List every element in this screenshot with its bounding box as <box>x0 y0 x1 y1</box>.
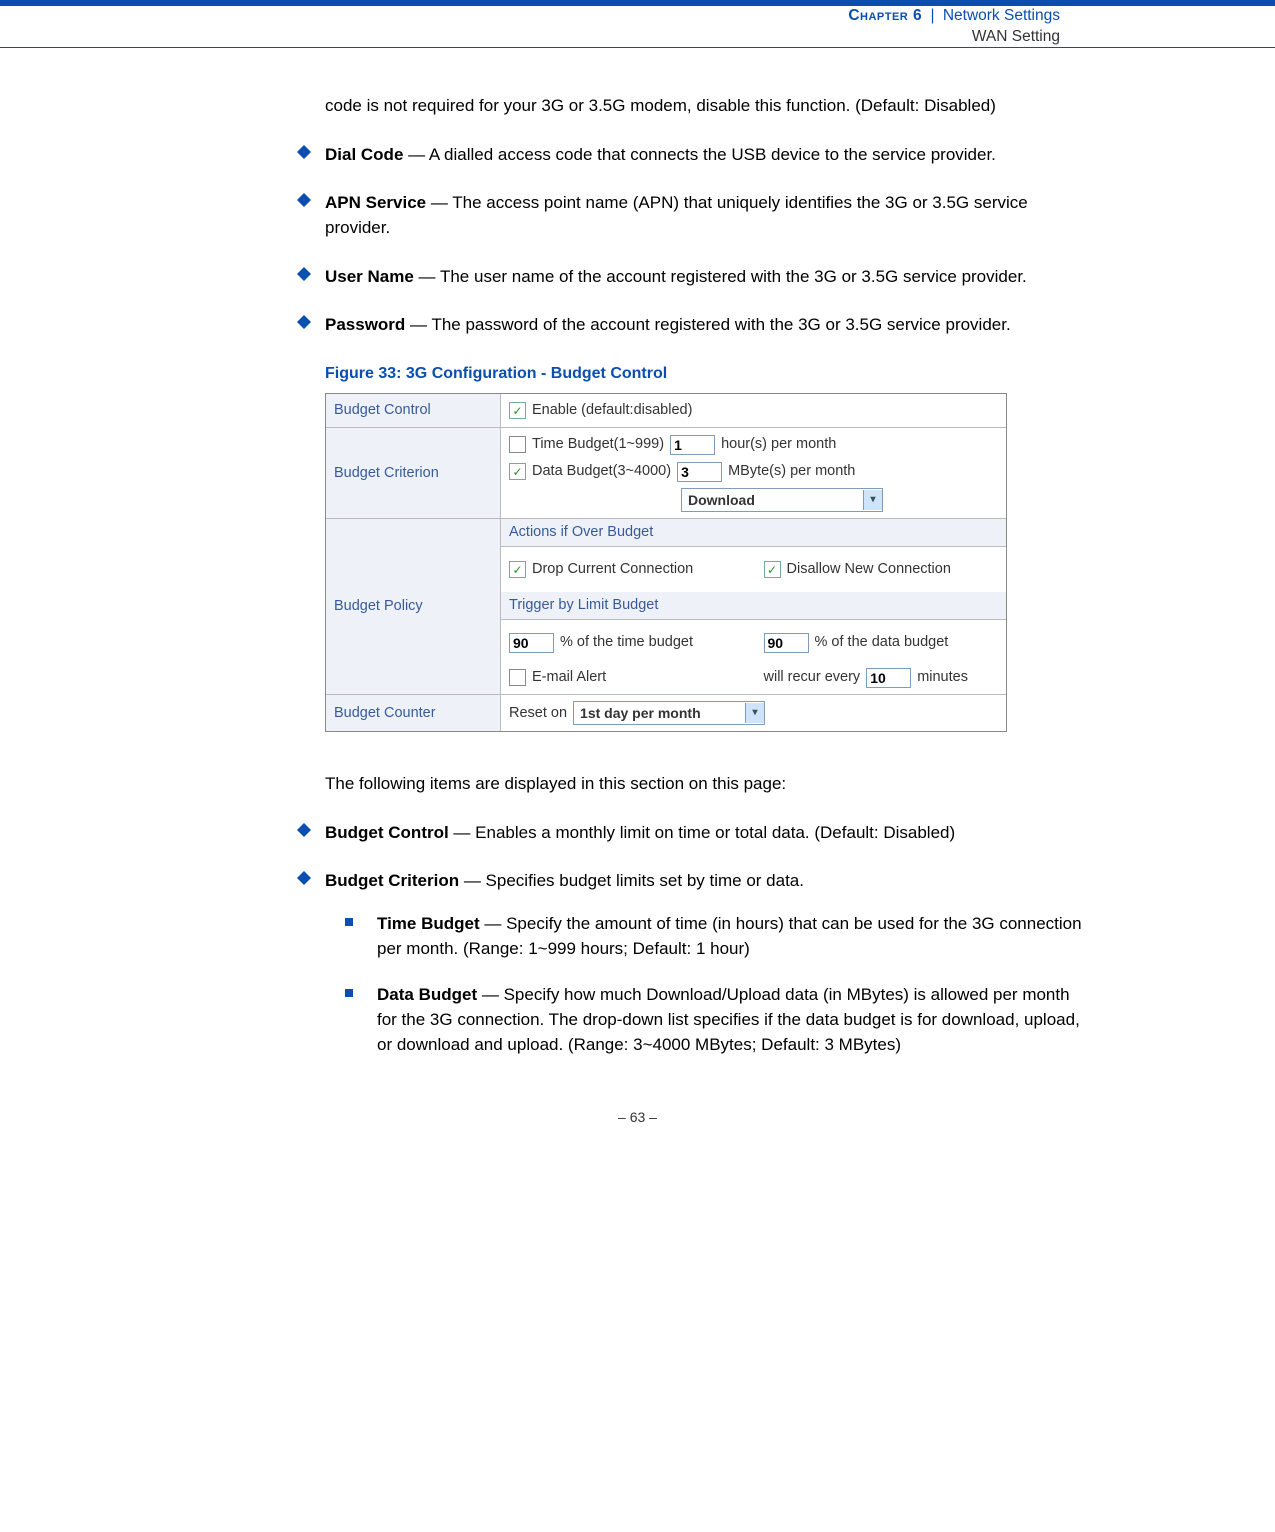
bullet-budget-criterion: Budget Criterion — Specifies budget limi… <box>325 869 1085 894</box>
diamond-bullet-icon <box>297 267 311 281</box>
row-budget-counter: Budget Counter Reset on 1st day per mont… <box>326 695 1006 731</box>
checkbox-email-alert[interactable]: ✓ <box>509 669 526 686</box>
figure-33: Budget Control ✓ Enable (default:disable… <box>325 393 1007 732</box>
subbullet-time-budget: Time Budget — Specify the amount of time… <box>345 912 1085 961</box>
time-budget-label: Time Budget(1~999) <box>532 434 664 455</box>
recur-input[interactable] <box>866 668 911 688</box>
label-budget-criterion: Budget Criterion <box>326 428 501 518</box>
reset-select[interactable]: 1st day per month ▾ <box>573 701 765 725</box>
time-budget-input[interactable] <box>670 435 715 455</box>
desc: — Specifies budget limits set by time or… <box>459 871 804 890</box>
data-budget-input[interactable] <box>677 462 722 482</box>
diamond-bullet-icon <box>297 823 311 837</box>
subbullet-data-budget: Data Budget — Specify how much Download/… <box>345 983 1085 1057</box>
term: Budget Criterion <box>325 871 459 890</box>
recur-prefix: will recur every <box>764 667 861 688</box>
bullet-user-name: User Name — The user name of the account… <box>325 265 1085 290</box>
label-budget-policy: Budget Policy <box>326 519 501 694</box>
divider: | <box>930 7 934 24</box>
diamond-bullet-icon <box>297 871 311 885</box>
direction-value: Download <box>682 490 761 510</box>
checkbox-disallow-new[interactable]: ✓ <box>764 561 781 578</box>
data-pct-label: % of the data budget <box>815 632 949 653</box>
direction-select[interactable]: Download ▾ <box>681 488 883 512</box>
section-title: Network Settings <box>943 7 1060 24</box>
row-budget-policy: Budget Policy Actions if Over Budget ✓ D… <box>326 519 1006 695</box>
bullet-password: Password — The password of the account r… <box>325 313 1085 338</box>
term: Data Budget <box>377 985 477 1004</box>
term: User Name <box>325 267 414 286</box>
email-label: E-mail Alert <box>532 667 606 688</box>
drop-label: Drop Current Connection <box>532 559 693 580</box>
term: Budget Control <box>325 823 449 842</box>
term: Password <box>325 315 405 334</box>
desc: — The access point name (APN) that uniqu… <box>325 193 1028 237</box>
bullet-apn-service: APN Service — The access point name (APN… <box>325 191 1085 240</box>
reset-value: 1st day per month <box>574 703 707 723</box>
term: Dial Code <box>325 145 403 164</box>
chevron-down-icon: ▾ <box>863 490 882 510</box>
intro-paragraph: code is not required for your 3G or 3.5G… <box>325 94 1085 119</box>
term: APN Service <box>325 193 426 212</box>
page-content: code is not required for your 3G or 3.5G… <box>325 48 1085 1057</box>
recur-suffix: minutes <box>917 667 968 688</box>
reset-prefix: Reset on <box>509 703 567 724</box>
subsection-title: WAN Setting <box>848 27 1060 47</box>
time-pct-label: % of the time budget <box>560 632 693 653</box>
diamond-bullet-icon <box>297 193 311 207</box>
label-budget-control: Budget Control <box>326 394 501 427</box>
data-budget-unit: MByte(s) per month <box>728 461 855 482</box>
diamond-bullet-icon <box>297 315 311 329</box>
desc: — Specify how much Download/Upload data … <box>377 985 1080 1053</box>
desc: — A dialled access code that connects th… <box>403 145 996 164</box>
desc: — Specify the amount of time (in hours) … <box>377 914 1082 958</box>
page-header: Chapter 6 | Network Settings WAN Setting <box>0 0 1275 48</box>
checkbox-time-budget[interactable]: ✓ <box>509 436 526 453</box>
term: Time Budget <box>377 914 480 933</box>
time-pct-input[interactable] <box>509 633 554 653</box>
data-budget-label: Data Budget(3~4000) <box>532 461 671 482</box>
square-bullet-icon <box>345 918 353 926</box>
chevron-down-icon: ▾ <box>745 703 764 723</box>
row-budget-criterion: Budget Criterion ✓ Time Budget(1~999) ho… <box>326 428 1006 519</box>
desc: — Enables a monthly limit on time or tot… <box>449 823 955 842</box>
time-budget-unit: hour(s) per month <box>721 434 836 455</box>
disallow-label: Disallow New Connection <box>787 559 951 580</box>
figure-caption: Figure 33: 3G Configuration - Budget Con… <box>325 362 1085 385</box>
trigger-header: Trigger by Limit Budget <box>501 592 1006 620</box>
square-bullet-icon <box>345 989 353 997</box>
enable-text: Enable (default:disabled) <box>532 400 692 421</box>
desc: — The password of the account registered… <box>405 315 1010 334</box>
bullet-dial-code: Dial Code — A dialled access code that c… <box>325 143 1085 168</box>
row-budget-control: Budget Control ✓ Enable (default:disable… <box>326 394 1006 428</box>
diamond-bullet-icon <box>297 145 311 159</box>
checkbox-data-budget[interactable]: ✓ <box>509 463 526 480</box>
checkbox-enable-budget[interactable]: ✓ <box>509 402 526 419</box>
label-budget-counter: Budget Counter <box>326 695 501 731</box>
desc: — The user name of the account registere… <box>414 267 1027 286</box>
page-number: – 63 – <box>0 1079 1275 1145</box>
data-pct-input[interactable] <box>764 633 809 653</box>
mid-paragraph: The following items are displayed in thi… <box>325 772 1085 797</box>
header-text: Chapter 6 | Network Settings WAN Setting <box>848 6 1060 46</box>
bullet-budget-control: Budget Control — Enables a monthly limit… <box>325 821 1085 846</box>
chapter-label: Chapter 6 <box>848 7 922 24</box>
actions-header: Actions if Over Budget <box>501 519 1006 547</box>
checkbox-drop-connection[interactable]: ✓ <box>509 561 526 578</box>
